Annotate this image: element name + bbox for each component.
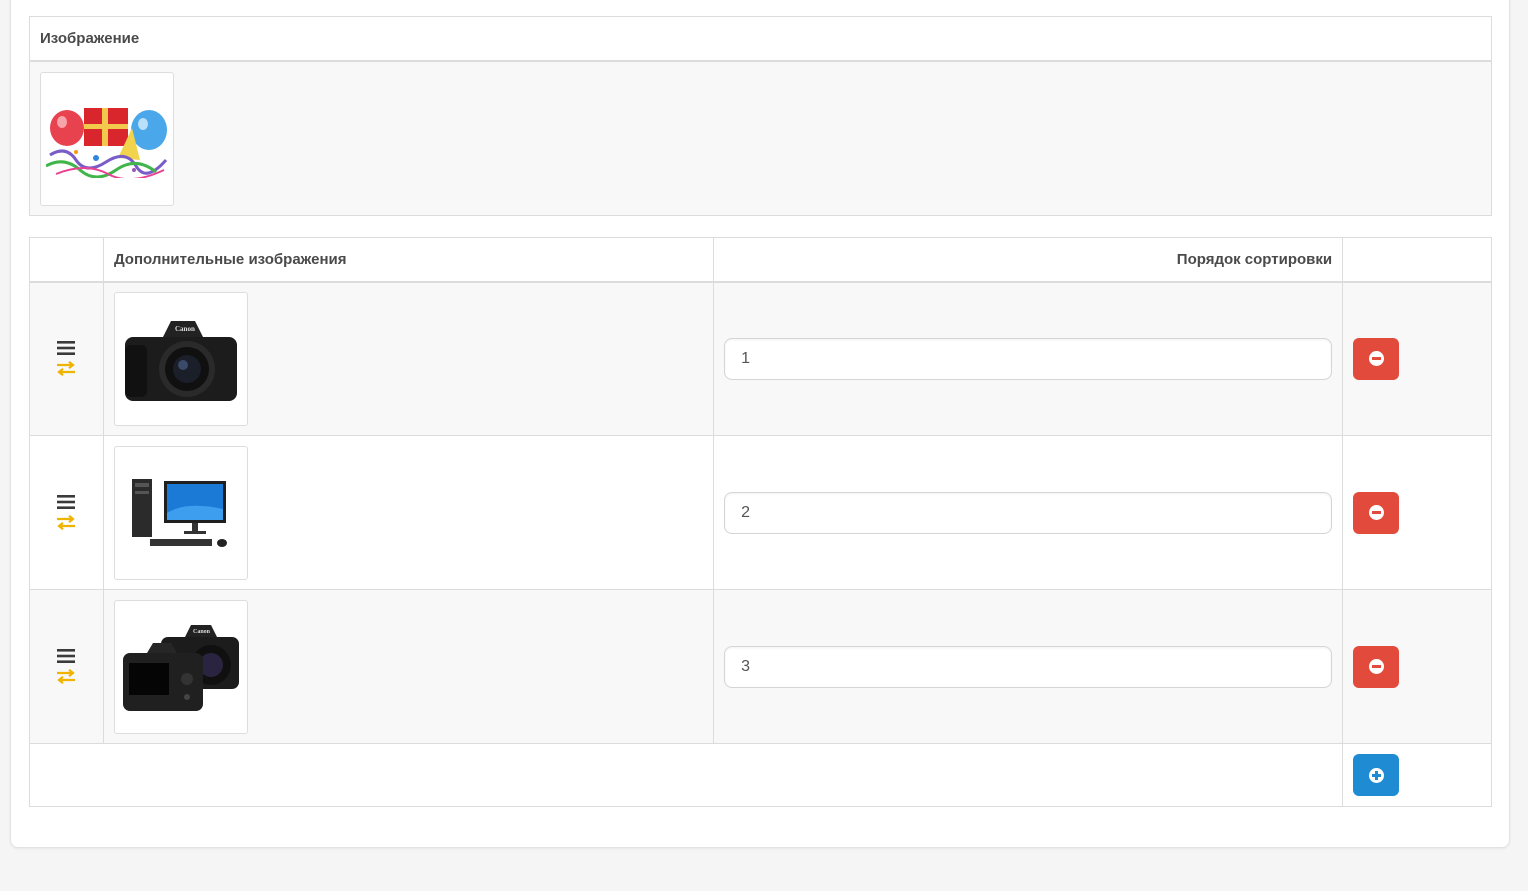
sort-order-input[interactable] — [724, 337, 1333, 380]
bars-icon — [57, 495, 76, 509]
exchange-arrows-icon — [57, 669, 76, 684]
handle-cell — [29, 589, 104, 744]
image-thumbnail[interactable]: Canon — [113, 599, 248, 734]
additional-images-table: Дополнительные изображения Порядок сорти… — [28, 237, 1492, 807]
image-row: Canon — [29, 589, 1492, 744]
bars-icon — [57, 649, 76, 663]
main-image-thumbnail[interactable] — [40, 71, 174, 206]
desktop-computer-set-image — [131, 478, 227, 547]
remove-image-button[interactable] — [1353, 645, 1400, 688]
sort-order-input[interactable] — [724, 491, 1333, 534]
image-row — [29, 435, 1492, 590]
table-footer-row — [28, 743, 1492, 807]
action-cell — [1342, 435, 1492, 590]
party-balloons-gift-image — [46, 107, 168, 178]
handle-column-header — [29, 237, 104, 283]
image-cell — [102, 435, 715, 590]
handle-cell — [29, 435, 104, 590]
minus-circle-icon — [1368, 659, 1384, 674]
minus-circle-icon — [1368, 351, 1384, 367]
image-cell: Canon — [102, 281, 715, 436]
drag-handle[interactable] — [56, 495, 76, 530]
minus-circle-icon — [1368, 505, 1384, 520]
svg-text:Canon: Canon — [193, 629, 211, 635]
handle-cell — [29, 281, 104, 436]
add-action-cell — [1342, 743, 1492, 807]
panel-card: Изображение Дополнительные изображения П… — [10, 0, 1510, 848]
sort-order-input[interactable] — [724, 645, 1333, 688]
main-image-table: Изображение — [29, 16, 1492, 216]
additional-images-header: Дополнительные изображения — [102, 237, 715, 283]
remove-image-button[interactable] — [1353, 491, 1400, 534]
exchange-arrows-icon — [57, 361, 76, 377]
drag-handle[interactable] — [56, 649, 76, 684]
image-cell: Canon — [102, 589, 715, 744]
action-cell — [1342, 281, 1492, 436]
bars-icon — [57, 341, 76, 356]
sort-order-cell — [713, 435, 1344, 590]
image-thumbnail[interactable]: Canon — [113, 291, 248, 426]
add-image-button[interactable] — [1353, 754, 1400, 796]
image-thumbnail[interactable] — [113, 445, 248, 580]
canon-dslr-camera-front-image: Canon — [124, 320, 237, 401]
exchange-arrows-icon — [57, 515, 76, 530]
action-cell — [1342, 589, 1492, 744]
plus-circle-icon — [1368, 767, 1384, 783]
footer-spacer-cell — [28, 743, 1344, 807]
svg-text:Canon: Canon — [175, 325, 195, 333]
main-image-cell — [29, 60, 1492, 216]
image-row: Canon — [29, 281, 1492, 436]
sort-order-header: Порядок сортировки — [713, 237, 1344, 283]
main-image-header: Изображение — [29, 16, 1492, 62]
canon-dslr-camera-back-image: Canon — [122, 624, 239, 711]
action-column-header — [1342, 237, 1492, 283]
drag-handle[interactable] — [56, 341, 76, 377]
remove-image-button[interactable] — [1353, 337, 1400, 380]
sort-order-cell — [713, 281, 1344, 436]
sort-order-cell — [713, 589, 1344, 744]
